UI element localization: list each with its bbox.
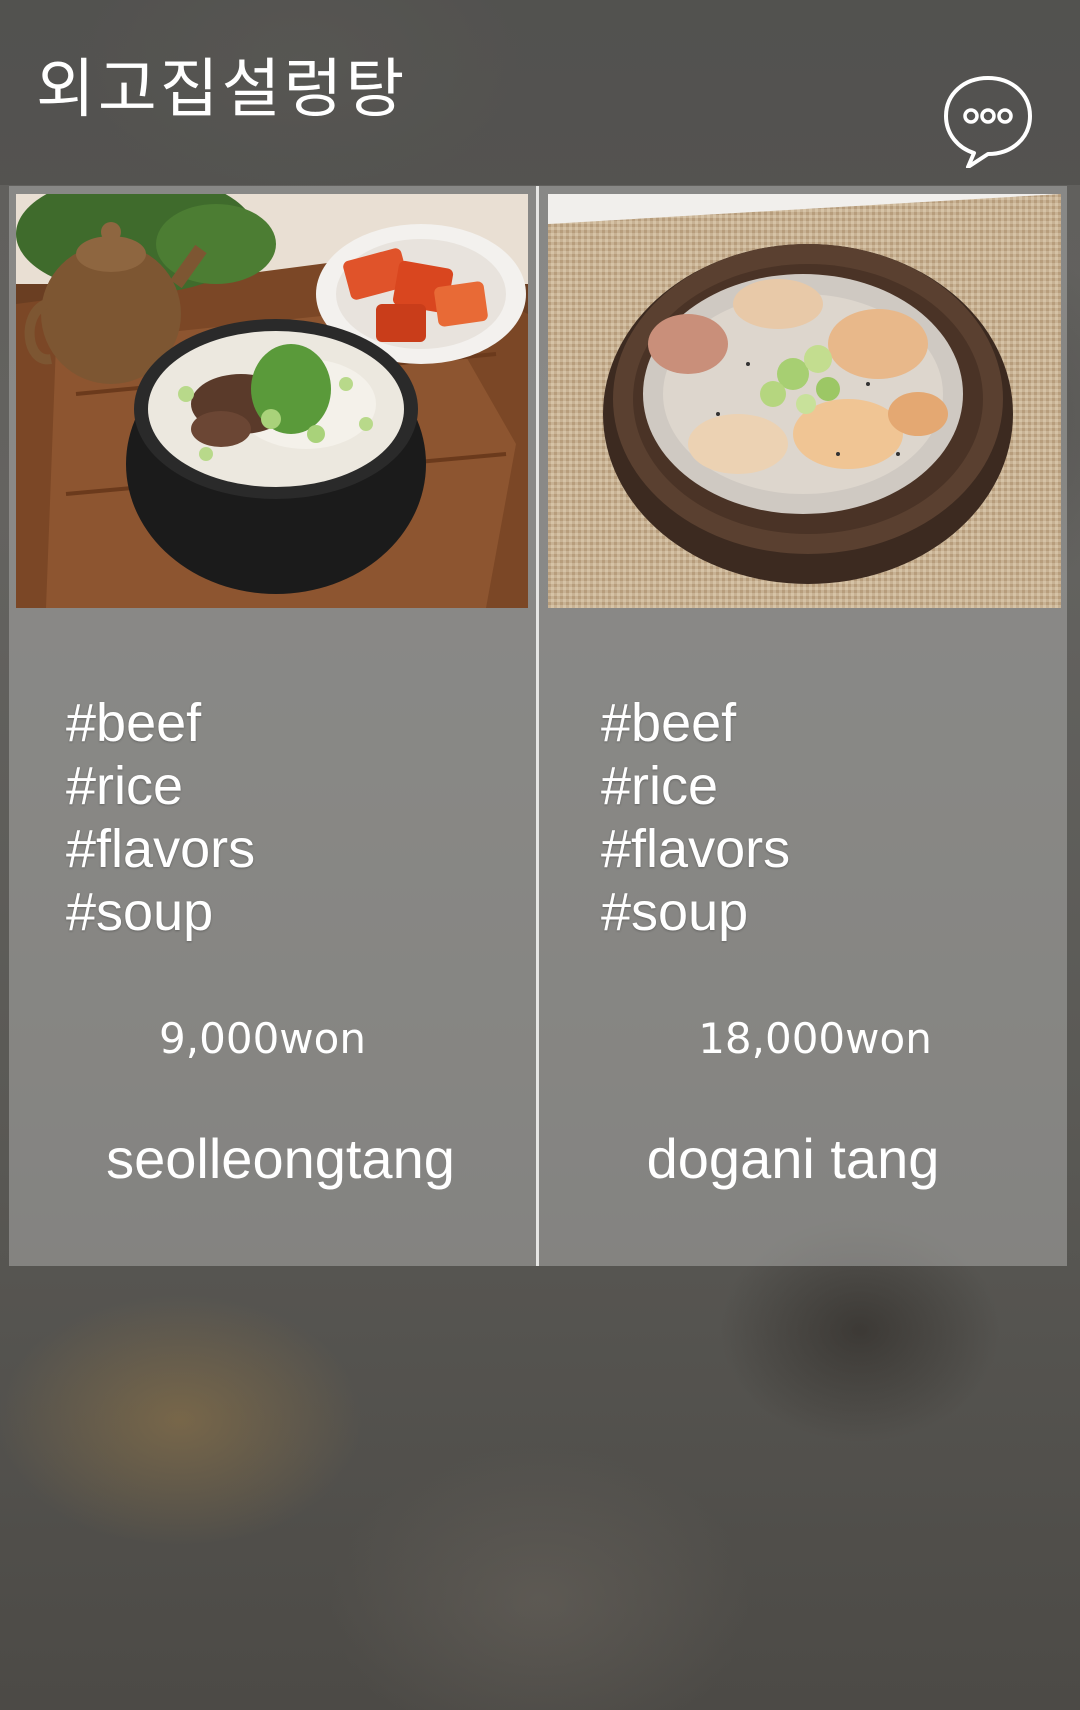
- tag: #soup: [66, 882, 214, 942]
- item-price: 18,000won: [698, 1014, 932, 1063]
- item-name: dogani tang: [646, 1127, 940, 1190]
- page-title: 외고집설렁탕: [36, 53, 408, 127]
- tag: #beef: [66, 693, 202, 753]
- item-price: 9,000won: [159, 1014, 366, 1063]
- tag-list: #beef #rice #flavors #soup: [601, 692, 790, 944]
- tag: #flavors: [66, 819, 256, 879]
- menu-card-dogani-tang[interactable]: #beef #rice #flavors #soup 18,000won dog…: [539, 186, 1067, 1266]
- chat-bubble-ellipsis-icon: [944, 76, 1032, 168]
- tag: #flavors: [601, 819, 791, 879]
- tag: #rice: [601, 756, 719, 816]
- app-header: 외고집설렁탕: [0, 0, 1080, 185]
- item-name: seolleongtang: [106, 1127, 455, 1190]
- dogani-tang-bowl-photo: [548, 194, 1061, 608]
- tag: #beef: [601, 693, 737, 753]
- tag: #soup: [601, 882, 749, 942]
- tag-list: #beef #rice #flavors #soup: [66, 692, 255, 944]
- menu-card-seolleongtang[interactable]: #beef #rice #flavors #soup 9,000won seol…: [9, 186, 536, 1266]
- tag: #rice: [66, 756, 184, 816]
- chat-menu-button[interactable]: [940, 72, 1036, 168]
- seolleongtang-bowl-photo: [16, 194, 528, 608]
